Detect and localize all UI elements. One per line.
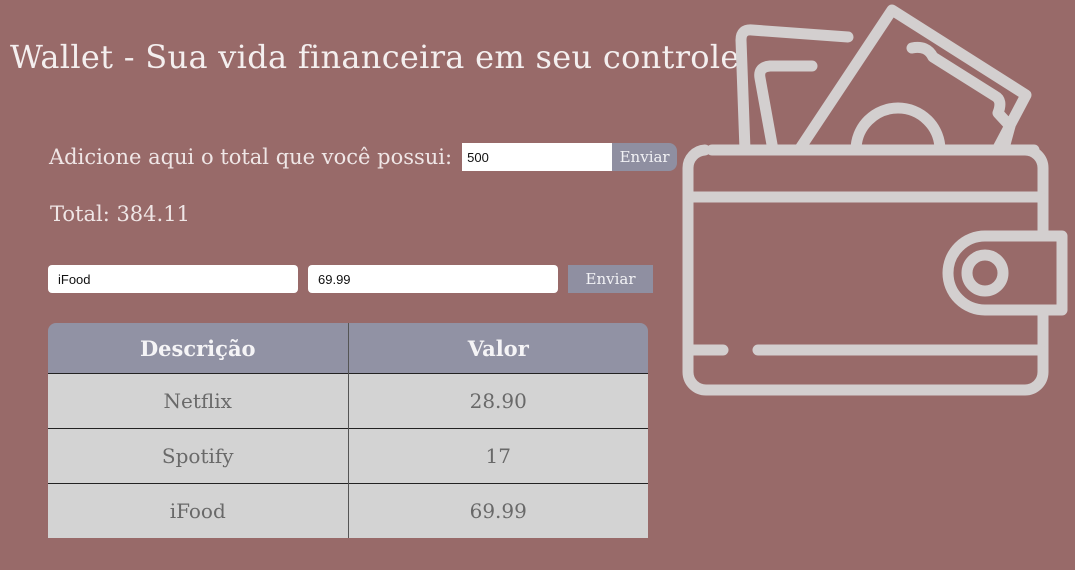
row-value: 17 (348, 428, 648, 484)
total-input[interactable] (462, 143, 613, 171)
expense-submit-button[interactable]: Enviar (568, 265, 653, 293)
table-row: iFood 69.99 (48, 483, 648, 538)
column-header-description: Descrição (48, 323, 349, 374)
expense-value-input[interactable] (308, 265, 558, 293)
total-display: Total: 384.11 (50, 202, 190, 226)
table-row: Spotify 17 (48, 428, 648, 484)
page-title: Wallet - Sua vida financeira em seu cont… (10, 38, 751, 76)
expenses-table: Descrição Valor Netflix 28.90 Spotify 17… (48, 323, 648, 538)
table-header-row: Descrição Valor (48, 323, 648, 374)
row-description: iFood (48, 483, 349, 538)
row-description: Netflix (48, 373, 349, 429)
expense-form: Enviar (48, 265, 653, 293)
expense-description-input[interactable] (48, 265, 298, 293)
total-form: Adicione aqui o total que você possui: E… (49, 143, 678, 171)
row-value: 28.90 (348, 373, 648, 429)
row-description: Spotify (48, 428, 349, 484)
table-row: Netflix 28.90 (48, 373, 648, 429)
column-header-value: Valor (348, 323, 648, 374)
total-submit-button[interactable]: Enviar (612, 143, 678, 171)
wallet-icon (682, 4, 1068, 396)
total-input-label: Adicione aqui o total que você possui: (49, 145, 453, 169)
row-value: 69.99 (348, 483, 648, 538)
